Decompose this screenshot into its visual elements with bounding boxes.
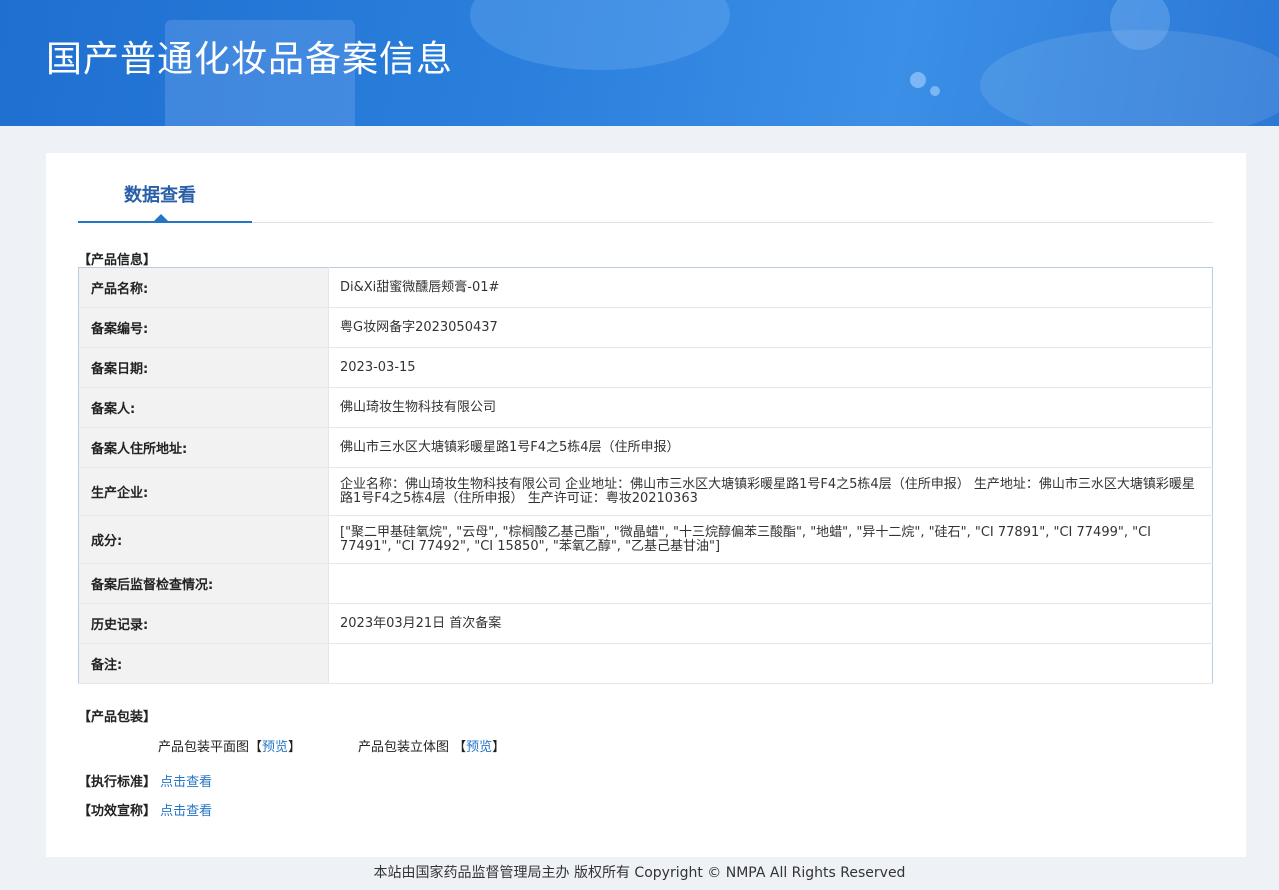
table-row: 生产企业: 企业名称：佛山琦妆生物科技有限公司 企业地址：佛山市三水区大塘镇彩暖… (78, 467, 1213, 516)
standard-view-link[interactable]: 点击查看 (160, 775, 212, 790)
row-label: 备案人住所地址: (78, 427, 329, 468)
bracket-open: 【 (249, 740, 263, 755)
content-panel: 数据查看 【产品信息】 产品名称: Di&Xi甜蜜微醺唇颊膏-01# 备案编号:… (46, 153, 1246, 857)
manufacturer-value: 企业名称：佛山琦妆生物科技有限公司 企业地址：佛山市三水区大塘镇彩暖星路1号F4… (328, 467, 1213, 516)
tab-label: 数据查看 (124, 185, 196, 206)
packaging-heading: 【产品包装】 (78, 710, 157, 725)
table-row: 历史记录: 2023年03月21日 首次备案 (78, 603, 1213, 644)
packaging-stereo-item: 产品包装立体图 【预览】 (358, 736, 505, 755)
row-label: 历史记录: (78, 603, 329, 644)
row-label: 备案后监督检查情况: (78, 563, 329, 604)
page-title: 国产普通化妆品备案信息 (46, 39, 454, 80)
row-label: 备案人: (78, 387, 329, 428)
remarks-value (328, 643, 1213, 684)
efficacy-label: 【功效宣称】 (78, 804, 157, 819)
packaging-stereo-preview-link[interactable]: 预览 (466, 740, 492, 755)
banner-decoration (930, 86, 940, 96)
packaging-flat-preview-link[interactable]: 预览 (262, 740, 288, 755)
row-label: 备注: (78, 643, 329, 684)
standard-row: 【执行标准】 点击查看 (78, 771, 212, 790)
table-row: 备案人: 佛山琦妆生物科技有限公司 (78, 387, 1213, 428)
tab-caret-icon (154, 214, 168, 221)
tab-data-view[interactable]: 数据查看 (78, 153, 252, 223)
product-name-value: Di&Xi甜蜜微醺唇颊膏-01# (328, 267, 1213, 308)
product-info-heading: 【产品信息】 (78, 253, 157, 268)
banner-decoration (470, 0, 730, 70)
table-row: 成分: ["聚二甲基硅氧烷", "云母", "棕榈酸乙基己酯", "微晶蜡", … (78, 515, 1213, 564)
packaging-stereo-label: 产品包装立体图 (358, 740, 454, 755)
table-row: 备案后监督检查情况: (78, 563, 1213, 604)
row-label: 生产企业: (78, 467, 329, 516)
filing-date-value: 2023-03-15 (328, 347, 1213, 388)
table-row: 备案人住所地址: 佛山市三水区大塘镇彩暖星路1号F4之5栋4层（住所申报） (78, 427, 1213, 468)
bracket-close: 】 (492, 740, 506, 755)
header-banner: 国产普通化妆品备案信息 (0, 0, 1279, 126)
row-label: 成分: (78, 515, 329, 564)
product-info-table: 产品名称: Di&Xi甜蜜微醺唇颊膏-01# 备案编号: 粤G妆网备字20230… (78, 267, 1213, 684)
footer: 本站由国家药品监督管理局主办 版权所有 Copyright © NMPA All… (373, 865, 906, 881)
standard-label: 【执行标准】 (78, 775, 157, 790)
banner-decoration (910, 72, 926, 88)
table-row: 备案日期: 2023-03-15 (78, 347, 1213, 388)
packaging-flat-item: 产品包装平面图【预览】 (158, 736, 301, 755)
row-label: 备案编号: (78, 307, 329, 348)
filer-address-value: 佛山市三水区大塘镇彩暖星路1号F4之5栋4层（住所申报） (328, 427, 1213, 468)
table-row: 产品名称: Di&Xi甜蜜微醺唇颊膏-01# (78, 267, 1213, 308)
bracket-open: 【 (453, 740, 467, 755)
inspection-value (328, 563, 1213, 604)
table-row: 备案编号: 粤G妆网备字2023050437 (78, 307, 1213, 348)
filer-value: 佛山琦妆生物科技有限公司 (328, 387, 1213, 428)
tab-bar: 数据查看 (78, 153, 1213, 223)
row-label: 产品名称: (78, 267, 329, 308)
filing-number-value: 粤G妆网备字2023050437 (328, 307, 1213, 348)
bracket-close: 】 (288, 740, 302, 755)
efficacy-view-link[interactable]: 点击查看 (160, 804, 212, 819)
row-label: 备案日期: (78, 347, 329, 388)
table-row: 备注: (78, 643, 1213, 684)
packaging-flat-label: 产品包装平面图 (158, 740, 250, 755)
ingredients-value: ["聚二甲基硅氧烷", "云母", "棕榈酸乙基己酯", "微晶蜡", "十三烷… (328, 515, 1213, 564)
efficacy-row: 【功效宣称】 点击查看 (78, 800, 212, 819)
history-value: 2023年03月21日 首次备案 (328, 603, 1213, 644)
